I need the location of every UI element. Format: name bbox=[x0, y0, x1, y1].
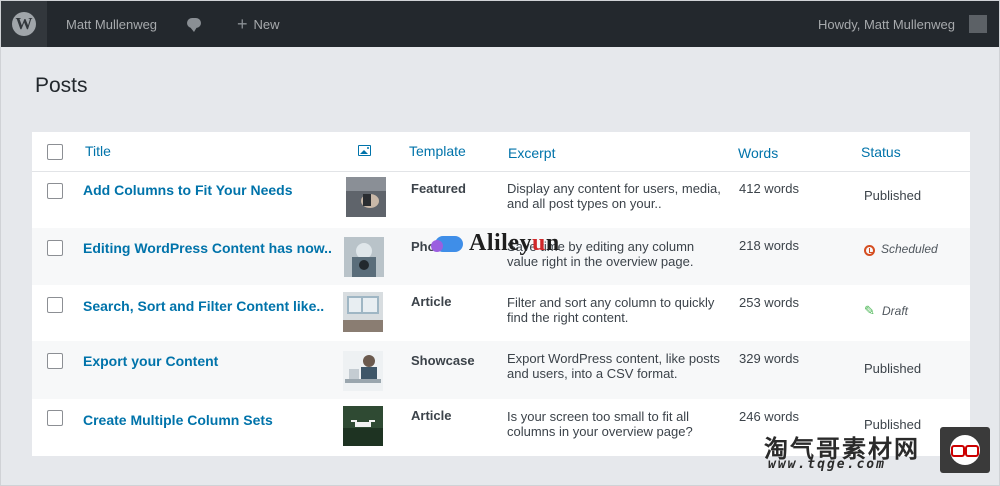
site-name-link[interactable]: Matt Mullenweg bbox=[66, 17, 157, 32]
status-badge: Scheduled bbox=[864, 242, 938, 256]
column-words-header[interactable]: Words bbox=[738, 145, 778, 161]
post-title-link[interactable]: Editing WordPress Content has now.. bbox=[83, 240, 332, 256]
post-thumbnail bbox=[344, 237, 384, 277]
column-excerpt-header[interactable]: Excerpt bbox=[508, 145, 555, 161]
row-checkbox[interactable] bbox=[47, 353, 63, 369]
row-checkbox[interactable] bbox=[47, 410, 63, 426]
status-badge: Published bbox=[864, 361, 922, 376]
template-value: Showcase bbox=[411, 353, 475, 368]
posts-table: Title Template Excerpt Words Status Add … bbox=[32, 132, 970, 456]
word-count: 329 words bbox=[739, 351, 799, 366]
word-count: 218 words bbox=[739, 238, 799, 253]
post-title-link[interactable]: Add Columns to Fit Your Needs bbox=[83, 182, 293, 198]
word-count: 246 words bbox=[739, 409, 799, 424]
new-label: New bbox=[253, 16, 280, 32]
aliyun-watermark: Alileyun bbox=[431, 230, 560, 257]
clock-icon bbox=[864, 245, 875, 256]
post-thumbnail bbox=[343, 351, 383, 391]
select-all-checkbox[interactable] bbox=[47, 144, 63, 160]
template-value: Article bbox=[411, 408, 452, 423]
status-badge: Published bbox=[864, 188, 922, 203]
excerpt-text: Export WordPress content, like posts and… bbox=[507, 351, 720, 381]
column-status-header[interactable]: Status bbox=[861, 144, 901, 160]
post-thumbnail bbox=[346, 177, 386, 217]
avatar[interactable] bbox=[969, 15, 987, 33]
column-template-header[interactable]: Template bbox=[409, 143, 466, 159]
post-title-link[interactable]: Create Multiple Column Sets bbox=[83, 412, 273, 428]
aliyun-watermark-text: Alileyun bbox=[469, 230, 560, 256]
table-row: Add Columns to Fit Your Needs Featured D… bbox=[32, 172, 970, 228]
table-row: Export your Content Showcase Export Word… bbox=[32, 341, 970, 399]
post-title-link[interactable]: Search, Sort and Filter Content like.. bbox=[83, 298, 324, 314]
featured-image-column-icon[interactable] bbox=[358, 145, 371, 156]
post-thumbnail bbox=[343, 292, 383, 332]
status-label: Scheduled bbox=[881, 242, 938, 256]
cloud-logo-icon bbox=[431, 235, 463, 252]
column-title-header[interactable]: Title bbox=[85, 143, 111, 159]
row-checkbox[interactable] bbox=[47, 240, 63, 256]
page-title: Posts bbox=[35, 74, 88, 97]
status-badge: ✎ Draft bbox=[864, 303, 908, 318]
row-checkbox[interactable] bbox=[47, 183, 63, 199]
excerpt-text: Is your screen too small to fit all colu… bbox=[507, 409, 693, 439]
status-label: Draft bbox=[882, 304, 909, 318]
glasses-logo-icon bbox=[940, 427, 990, 473]
wordpress-logo-letter: W bbox=[12, 12, 36, 36]
wordpress-logo-icon[interactable]: W bbox=[1, 1, 47, 47]
post-thumbnail bbox=[343, 406, 383, 446]
tqge-watermark-url: www.tqge.com bbox=[768, 457, 886, 472]
plus-icon: + bbox=[237, 14, 248, 34]
template-value: Article bbox=[411, 294, 452, 309]
word-count: 253 words bbox=[739, 295, 799, 310]
tqge-watermark: 淘气哥素材网 www.tqge.com bbox=[764, 427, 994, 477]
howdy-user-link[interactable]: Howdy, Matt Mullenweg bbox=[818, 17, 955, 32]
comments-icon[interactable] bbox=[187, 18, 201, 32]
row-checkbox[interactable] bbox=[47, 297, 63, 313]
template-value: Featured bbox=[411, 181, 466, 196]
word-count: 412 words bbox=[739, 181, 799, 196]
admin-bar: W Matt Mullenweg + New Howdy, Matt Mulle… bbox=[1, 1, 999, 47]
new-content-button[interactable]: + New bbox=[237, 15, 280, 33]
table-header: Title Template Excerpt Words Status bbox=[32, 132, 970, 172]
excerpt-text: Filter and sort any column to quickly fi… bbox=[507, 295, 715, 325]
excerpt-text: Display any content for users, media, an… bbox=[507, 181, 721, 211]
table-row: Search, Sort and Filter Content like.. A… bbox=[32, 285, 970, 341]
post-title-link[interactable]: Export your Content bbox=[83, 353, 218, 369]
pencil-icon: ✎ bbox=[864, 303, 875, 318]
